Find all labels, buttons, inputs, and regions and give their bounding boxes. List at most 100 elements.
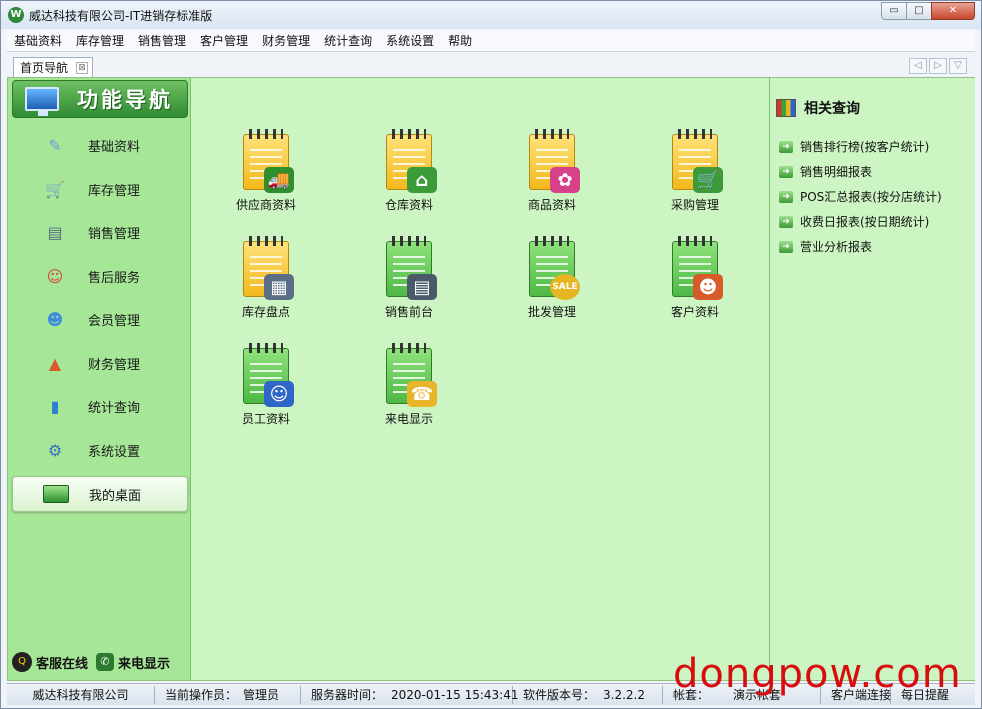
employees-icon: ☺ (243, 343, 294, 407)
sidebar-item[interactable]: ⚙ 系统设置 (8, 429, 191, 473)
menu-settings[interactable]: 系统设置 (379, 30, 441, 52)
version-label: 软件版本号： (523, 687, 596, 702)
sale-icon: SALE (529, 236, 580, 300)
related-queries-list: ➜ 销售排行榜(按客户统计) ➜ 销售明细报表 ➜ POS汇总报表(按分店统计) ➜ 收费日报… (779, 134, 942, 259)
menu-help[interactable]: 帮助 (441, 30, 479, 52)
menu-inventory[interactable]: 库存管理 (69, 30, 131, 52)
nav-tile[interactable]: ▦ 库存盘点 (216, 236, 316, 341)
related-query-link[interactable]: ➜ POS汇总报表(按分店统计) (779, 184, 942, 209)
server-time-label: 服务器时间： (311, 687, 384, 702)
status-operator: 当前操作员： 管理员 (155, 685, 301, 704)
sidebar-title: 功能导航 (77, 88, 173, 112)
tab-list-icon[interactable]: ▽ (949, 58, 967, 74)
tab-bar: 首页导航 ⊠ ◁ ▷ ▽ (7, 55, 975, 77)
menu-sales[interactable]: 销售管理 (131, 30, 193, 52)
nav-tile-label: 采购管理 (670, 198, 719, 212)
sidebar-item[interactable]: ☺ 售后服务 (8, 255, 191, 299)
register-icon: ▤ (47, 223, 63, 243)
sidebar-item[interactable]: ▲ 财务管理 (8, 342, 191, 386)
sidebar-header: 功能导航 (12, 80, 188, 118)
notepad-rings (678, 129, 712, 139)
notepad-rings (392, 129, 426, 139)
sidebar-item-label: 统计查询 (88, 401, 141, 417)
nav-tile-label: 客户资料 (670, 305, 719, 319)
nav-tile[interactable]: ☻ 客户资料 (645, 236, 745, 341)
close-button[interactable]: ✕ (931, 2, 975, 20)
related-query-link[interactable]: ➜ 收费日报表(按日期统计) (779, 209, 942, 234)
my-desktop-button[interactable]: 我的桌面 (12, 476, 188, 512)
nav-tile[interactable]: 🚚 供应商资料 (216, 129, 316, 234)
sidebar-item-label: 系统设置 (88, 444, 141, 460)
sidebar-item-label: 库存管理 (88, 183, 141, 199)
menu-finance[interactable]: 财务管理 (255, 30, 317, 52)
arrow-right-icon: ➜ (779, 140, 793, 153)
related-queries-title: 相关查询 (804, 101, 860, 117)
tab-close-icon[interactable]: ⊠ (76, 61, 89, 74)
related-queries-panel: 相关查询 ➜ 销售排行榜(按客户统计) ➜ 销售明细报表 ➜ POS汇总报表(按分店统计)… (769, 78, 975, 680)
related-queries-header: 相关查询 (776, 98, 860, 118)
nav-tile-label: 商品资料 (527, 198, 576, 212)
related-query-label: 销售明细报表 (800, 165, 873, 179)
arrow-right-icon: ➜ (779, 240, 793, 253)
product-icon: ✿ (529, 129, 580, 193)
sidebar-item[interactable]: 🛒 库存管理 (8, 168, 191, 212)
phone-icon[interactable]: ✆ (96, 653, 115, 671)
sidebar: 功能导航 ✎ 基础资料 🛒 库存管理 ▤ 销售管理 ☺ 售后服务 ☻ 会员管理 ▲ 财务管理 ▮ 统计查询… (8, 78, 191, 680)
maximize-button[interactable]: □ (906, 2, 932, 20)
online-support-link[interactable]: 客服在线 (36, 653, 88, 672)
related-query-label: 销售排行榜(按客户统计) (800, 140, 930, 154)
sidebar-item[interactable]: ▤ 销售管理 (8, 211, 191, 255)
nav-tile[interactable]: ⌂ 仓库资料 (359, 129, 459, 234)
purchase-cart-icon: 🛒 (672, 129, 723, 193)
caller-id-link[interactable]: 来电显示 (118, 653, 170, 672)
calculator-icon: ▦ (243, 236, 294, 300)
nav-tile[interactable]: ▤ 销售前台 (359, 236, 459, 341)
nav-tile[interactable]: ☎ 来电显示 (359, 343, 459, 448)
minimize-button[interactable]: ▭ (881, 2, 907, 20)
sidebar-item[interactable]: ☻ 会员管理 (8, 298, 191, 342)
tab-prev-icon[interactable]: ◁ (909, 58, 927, 74)
watermark-text: dongpow.com (673, 651, 962, 697)
nav-tile[interactable]: ✿ 商品资料 (502, 129, 602, 234)
version-value: 3.2.2.2 (603, 687, 645, 702)
related-query-link[interactable]: ➜ 销售排行榜(按客户统计) (779, 134, 942, 159)
my-desktop-label: 我的桌面 (89, 488, 142, 504)
tab-home-navigation[interactable]: 首页导航 ⊠ (13, 57, 94, 77)
related-query-label: 收费日报表(按日期统计) (800, 215, 930, 229)
sidebar-item[interactable]: ▮ 统计查询 (8, 385, 191, 429)
status-version: 软件版本号： 3.2.2.2 (513, 685, 663, 704)
tile-badge: 🚚 (264, 167, 294, 193)
gears-icon: ⚙ (47, 440, 63, 460)
tile-badge: 🛒 (693, 167, 723, 193)
notepad-rings (392, 343, 426, 353)
nav-tile-label: 批发管理 (527, 305, 576, 319)
tile-badge: ✿ (550, 167, 580, 193)
tab-next-icon[interactable]: ▷ (929, 58, 947, 74)
menu-bar: 基础资料 库存管理 销售管理 客户管理 财务管理 统计查询 系统设置 帮助 (7, 30, 975, 52)
sidebar-items: ✎ 基础资料 🛒 库存管理 ▤ 销售管理 ☺ 售后服务 ☻ 会员管理 ▲ 财务管理 ▮ 统计查询 ⚙ 系统设置 (8, 124, 191, 472)
menu-statistics[interactable]: 统计查询 (317, 30, 379, 52)
notepad-rings (535, 236, 569, 246)
qq-penguin-icon[interactable]: Q (12, 652, 32, 672)
nav-tile[interactable]: 🛒 采购管理 (645, 129, 745, 234)
sidebar-item[interactable]: ✎ 基础资料 (8, 124, 191, 168)
menu-customers[interactable]: 客户管理 (193, 30, 255, 52)
nav-tile[interactable]: ☺ 员工资料 (216, 343, 316, 448)
finance-chart-icon: ▲ (48, 353, 62, 373)
tab-label: 首页导航 (20, 61, 69, 75)
supplier-truck-icon: 🚚 (243, 129, 294, 193)
agent-icon: ☺ (46, 266, 64, 286)
nav-tile[interactable]: SALE 批发管理 (502, 236, 602, 341)
notepad-rings (249, 129, 283, 139)
nav-tile-label: 供应商资料 (235, 198, 296, 212)
tile-badge: ▤ (407, 274, 437, 300)
support-bar: Q 客服在线 ✆ 来电显示 (12, 652, 170, 672)
notepad-rings (535, 129, 569, 139)
nav-tile-label: 员工资料 (241, 412, 290, 426)
nav-tile-label: 仓库资料 (384, 198, 433, 212)
notepad-rings (678, 236, 712, 246)
related-query-link[interactable]: ➜ 销售明细报表 (779, 159, 942, 184)
related-query-link[interactable]: ➜ 营业分析报表 (779, 234, 942, 259)
app-window: W 威达科技有限公司-IT进销存标准版 ▭ □ ✕ 基础资料 库存管理 销售管理… (0, 0, 982, 709)
menu-basic-data[interactable]: 基础资料 (7, 30, 69, 52)
